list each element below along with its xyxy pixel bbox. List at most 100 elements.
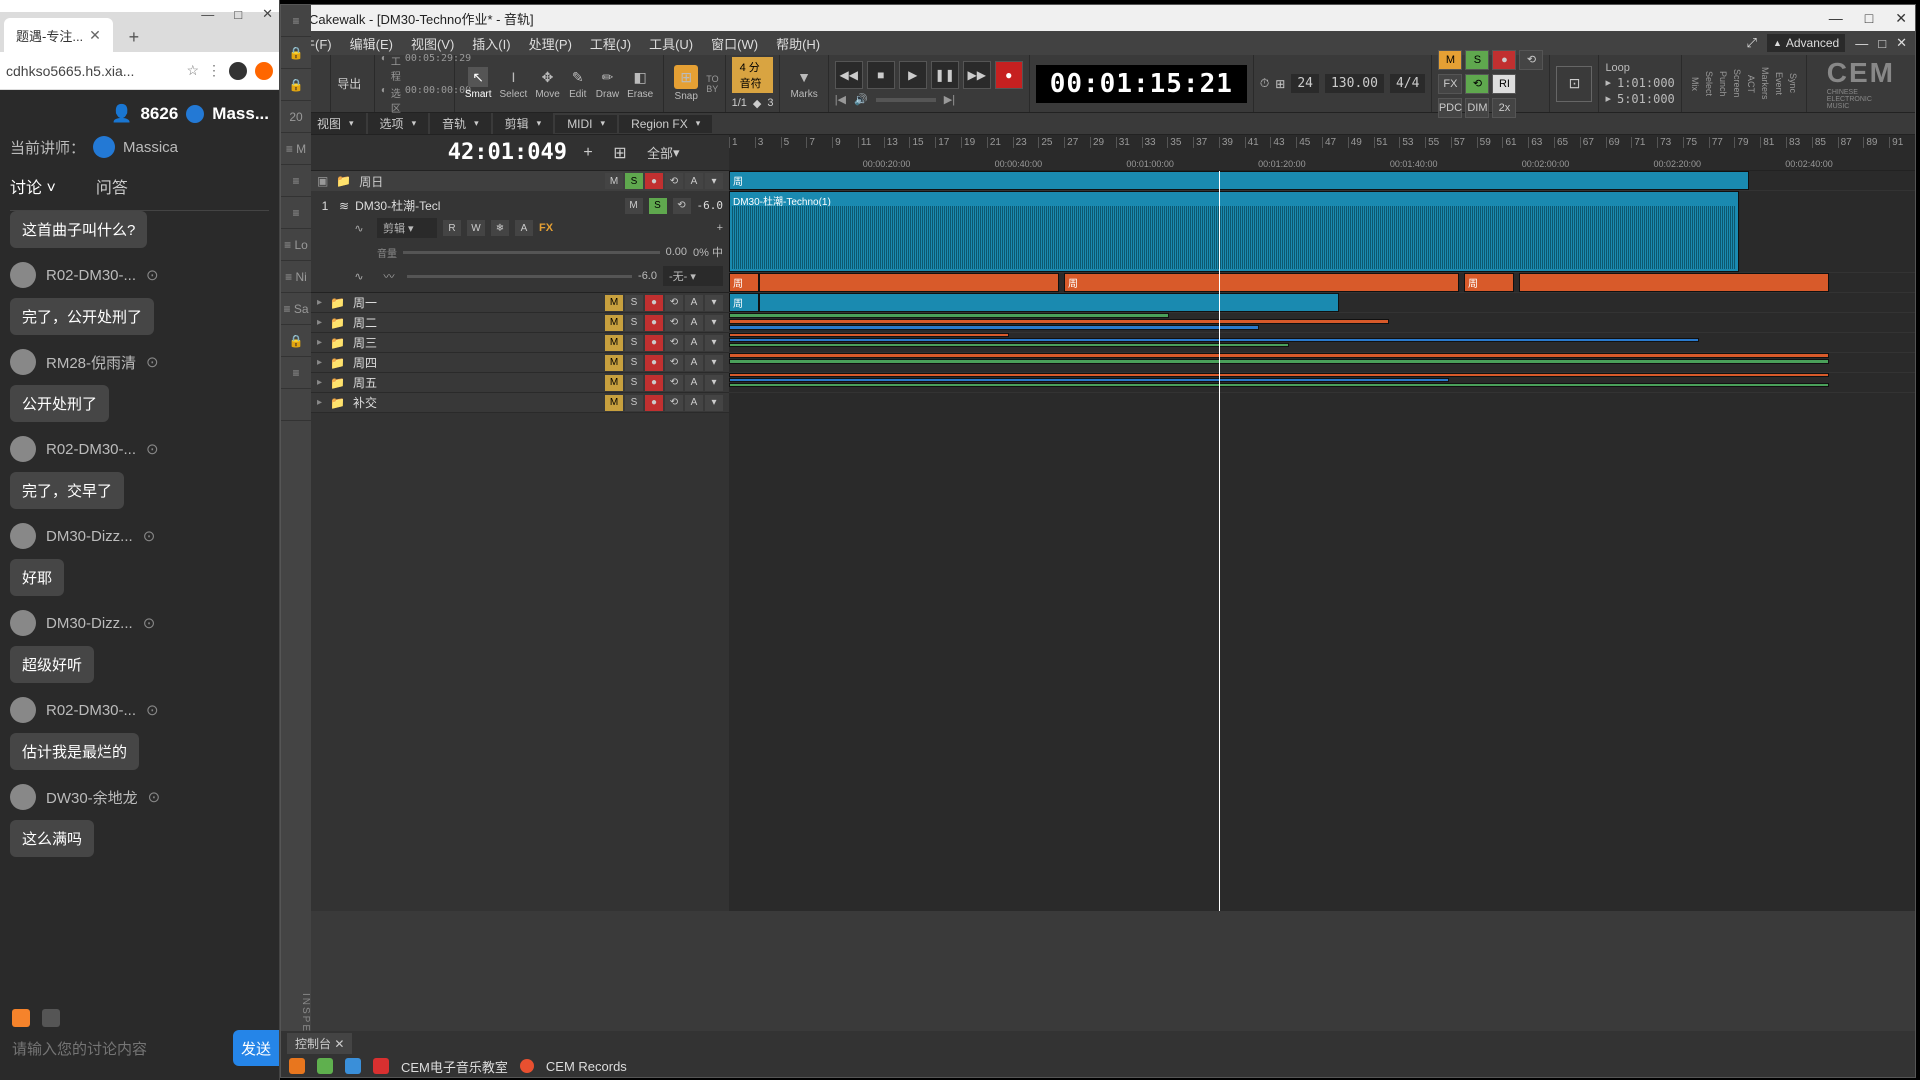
more-icon[interactable]: ▾ <box>705 395 723 411</box>
playhead[interactable] <box>1219 171 1220 911</box>
play-button[interactable]: ▶ <box>899 61 927 89</box>
fx-bypass-button[interactable]: FX <box>1438 74 1462 94</box>
chevron-icon[interactable]: ⊙ <box>143 527 156 545</box>
forward-button[interactable]: ▶▶ <box>963 61 991 89</box>
now-time[interactable]: 42:01:049 <box>448 140 567 165</box>
menu-edit[interactable]: 编辑(E) <box>350 34 393 53</box>
clip[interactable] <box>729 378 1449 382</box>
edit-filter[interactable]: 剪辑 <box>377 218 437 238</box>
inspector-item[interactable]: ≡ M <box>281 133 311 165</box>
ri-button[interactable]: RI <box>1492 74 1516 94</box>
chevron-icon[interactable]: ⊙ <box>146 440 159 458</box>
loop-end[interactable]: 5:01:000 <box>1617 92 1675 106</box>
chevron-icon[interactable]: ⊙ <box>143 614 156 632</box>
automation-button[interactable]: A <box>685 395 703 411</box>
chevron-icon[interactable]: ⊙ <box>146 701 159 719</box>
minimize-icon[interactable]: — <box>1855 36 1868 51</box>
clip-area[interactable]: 周 DM30-杜潮-Techno(1) 周 周 周 <box>729 171 1915 911</box>
beats-display[interactable]: 24 <box>1291 74 1319 93</box>
automation-button[interactable]: A <box>685 335 703 351</box>
clip[interactable] <box>729 359 1829 364</box>
inspector-item[interactable]: 🔒 <box>281 69 311 101</box>
menu-view[interactable]: 视图(V) <box>411 34 454 53</box>
clip-header[interactable]: 周 <box>729 171 1749 190</box>
freeze-icon[interactable]: ❄ <box>491 220 509 236</box>
solo-button[interactable]: S <box>625 335 643 351</box>
speaker-icon[interactable]: 🔊 <box>854 93 868 106</box>
echo-button[interactable]: ⟲ <box>665 335 683 351</box>
module-tab[interactable]: Markers <box>1758 63 1772 104</box>
marks-button[interactable]: ▼Marks <box>786 65 821 102</box>
new-tab-button[interactable]: + <box>119 22 149 52</box>
more-icon[interactable]: ▾ <box>705 315 723 331</box>
menu-tools[interactable]: 工具(U) <box>649 34 693 53</box>
gte-icon[interactable]: ▶| <box>944 93 955 106</box>
rtz-icon[interactable]: |◀ <box>835 93 846 106</box>
snap-to[interactable]: TO <box>706 74 718 84</box>
module-tab[interactable]: Mix <box>1688 73 1702 95</box>
bus-header[interactable]: ▣ 📁 周日 M S ● ⟲ A ▾ <box>311 171 729 191</box>
wechat-icon[interactable] <box>317 1058 333 1074</box>
solo-button[interactable]: S <box>625 395 643 411</box>
inspector-item[interactable]: 🔒 <box>281 325 311 357</box>
bookmark-icon[interactable]: ☆ <box>186 62 199 79</box>
solo-button[interactable]: S <box>625 375 643 391</box>
automation-button[interactable]: A <box>685 375 703 391</box>
timesig-display[interactable]: 4/4 <box>1390 74 1425 93</box>
track-folder[interactable]: ▸📁周二MS●⟲A▾ <box>311 313 729 333</box>
view-menu[interactable]: 视图 <box>305 113 366 134</box>
echo-button[interactable]: ⟲ <box>673 198 691 214</box>
envelope-icon[interactable]: 〰 <box>377 266 401 286</box>
restore-icon[interactable]: □ <box>1878 36 1886 51</box>
record-button[interactable]: ● <box>995 61 1023 89</box>
chevron-icon[interactable]: ⊙ <box>148 788 161 806</box>
track-folder[interactable]: ▸📁周一MS●⟲A▾ <box>311 293 729 313</box>
solo-button[interactable]: S <box>649 198 667 214</box>
inspector-item[interactable]: 🔒 <box>281 37 311 69</box>
module-tab[interactable]: Event <box>1772 68 1786 99</box>
message-input[interactable] <box>12 1033 267 1066</box>
minimize-button[interactable]: — <box>1829 10 1843 27</box>
mute-all-button[interactable]: M <box>1438 50 1462 70</box>
audio-clip[interactable]: DM30-杜潮-Techno(1) <box>729 191 1739 272</box>
track-folder[interactable]: ▸📁补交MS●⟲A▾ <box>311 393 729 413</box>
clip[interactable]: 周 <box>729 273 759 292</box>
expand-icon[interactable]: ⤢ <box>1747 35 1757 51</box>
chevron-icon[interactable]: ⊙ <box>146 266 159 284</box>
clip[interactable] <box>729 319 1389 324</box>
expand-icon[interactable]: ▸ <box>317 317 322 328</box>
mute-button[interactable]: M <box>605 395 623 411</box>
track-name[interactable]: DM30-杜潮-Tecl <box>355 197 618 214</box>
tempo-display[interactable]: 130.00 <box>1325 74 1384 93</box>
clip[interactable] <box>729 325 1259 330</box>
inspector-item[interactable]: ≡ Sa <box>281 293 311 325</box>
expand-icon[interactable]: ▸ <box>317 297 322 308</box>
expand-icon[interactable]: ▸ <box>317 397 322 408</box>
tool-move[interactable]: ✥Move <box>531 65 563 102</box>
tab-discuss[interactable]: 讨论 ˅ <box>10 174 56 198</box>
snap-value[interactable]: 4 分音符 <box>732 57 774 93</box>
echo-button[interactable]: ⟲ <box>665 315 683 331</box>
inspector-item[interactable]: ≡ <box>281 197 311 229</box>
minimize-button[interactable]: — <box>201 7 214 22</box>
clip[interactable] <box>1519 273 1829 292</box>
weibo-icon[interactable] <box>373 1058 389 1074</box>
read-button[interactable]: R <box>443 220 461 236</box>
menu-project[interactable]: 工程(J) <box>590 34 631 53</box>
automation-button[interactable]: A <box>515 220 533 236</box>
close-button[interactable]: ✕ <box>1895 10 1907 27</box>
clip[interactable] <box>729 338 1699 342</box>
close-button[interactable]: ✕ <box>262 6 273 22</box>
more-icon[interactable]: ▾ <box>705 335 723 351</box>
x2-button[interactable]: 2x <box>1492 98 1516 118</box>
inspector-item[interactable] <box>281 389 311 421</box>
clip[interactable] <box>759 293 1339 312</box>
module-tab[interactable]: ACT <box>1744 71 1758 97</box>
tool-erase[interactable]: ◧Erase <box>623 65 657 102</box>
inspector-item[interactable]: ≡ <box>281 5 311 37</box>
clip[interactable] <box>729 373 1829 377</box>
automation-button[interactable]: A <box>685 295 703 311</box>
close-icon[interactable]: ✕ <box>89 27 101 44</box>
write-button[interactable]: W <box>467 220 485 236</box>
expand-icon[interactable]: ▸ <box>317 377 322 388</box>
